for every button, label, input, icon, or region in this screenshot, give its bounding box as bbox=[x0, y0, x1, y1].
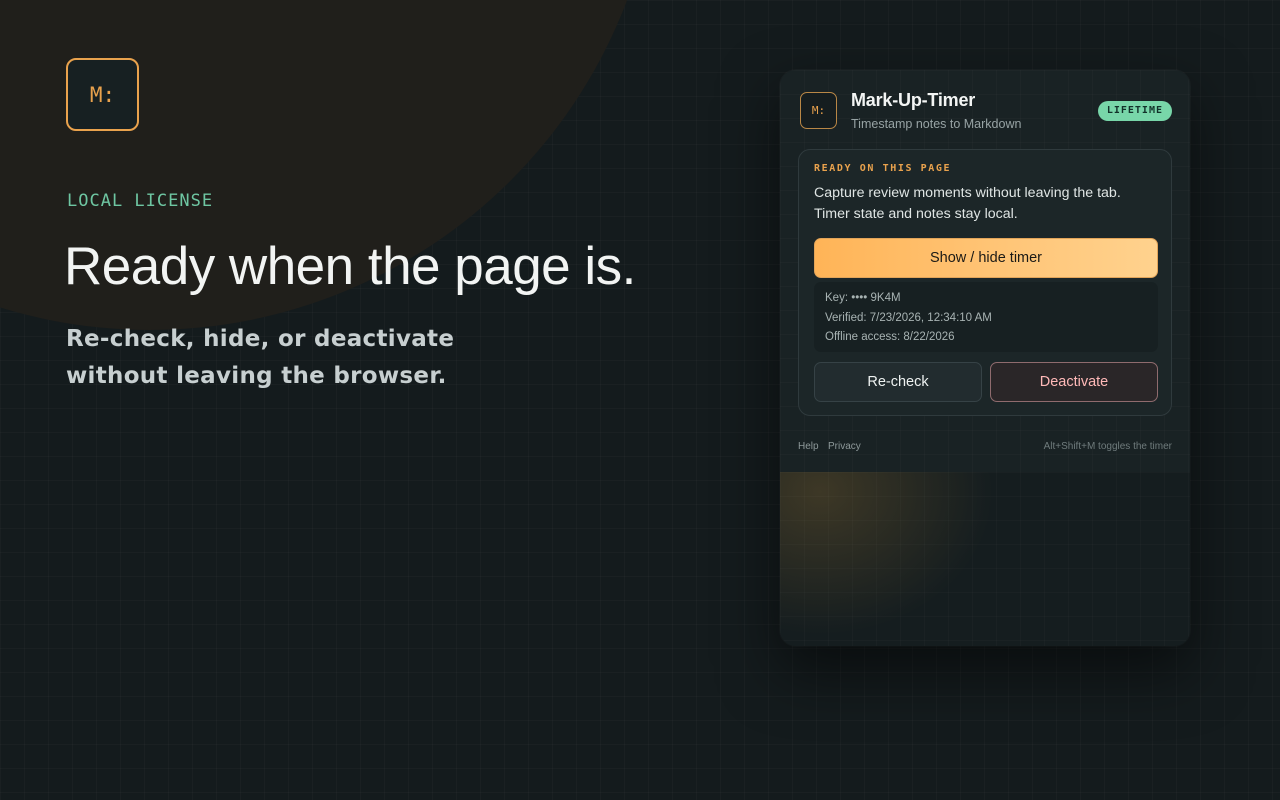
status-eyebrow: READY ON THIS PAGE bbox=[814, 163, 952, 174]
license-verified: Verified: 7/23/2026, 12:34:10 AM bbox=[825, 311, 992, 324]
hero-headline: Ready when the page is. bbox=[64, 237, 636, 296]
popup-logo: M: bbox=[800, 92, 837, 129]
license-badge: LIFETIME bbox=[1097, 101, 1172, 121]
popup-title: Mark-Up-Timer bbox=[851, 90, 976, 110]
license-offline-access: Offline access: 8/22/2026 bbox=[825, 331, 955, 343]
extension-popup: M: Mark-Up-Timer Timestamp notes to Mark… bbox=[780, 70, 1190, 646]
app-logo: M: bbox=[66, 58, 139, 131]
recheck-button[interactable]: Re-check bbox=[814, 362, 982, 402]
hero-eyebrow: LOCAL LICENSE bbox=[67, 191, 214, 211]
hero-subline: Re-check, hide, or deactivate without le… bbox=[66, 321, 506, 395]
status-card: READY ON THIS PAGE Capture review moment… bbox=[798, 149, 1172, 416]
license-details: Key: •••• 9K4M Verified: 7/23/2026, 12:3… bbox=[814, 282, 1158, 352]
popup-backdrop bbox=[780, 472, 1190, 646]
hero-subline-line-2: without leaving the browser. bbox=[66, 363, 447, 389]
privacy-link[interactable]: Privacy bbox=[828, 441, 861, 452]
popup-subtitle: Timestamp notes to Markdown bbox=[851, 117, 1022, 131]
app-logo-text: M: bbox=[89, 82, 116, 107]
deactivate-button[interactable]: Deactivate bbox=[990, 362, 1158, 402]
license-key: Key: •••• 9K4M bbox=[825, 292, 901, 304]
status-description: Capture review moments without leaving t… bbox=[814, 183, 1159, 225]
help-link[interactable]: Help bbox=[798, 441, 819, 452]
status-description-line-1: Capture review moments without leaving t… bbox=[814, 185, 1121, 201]
status-description-line-2: Timer state and notes stay local. bbox=[814, 206, 1018, 222]
popup-logo-text: M: bbox=[811, 104, 826, 117]
show-hide-timer-button[interactable]: Show / hide timer bbox=[814, 238, 1158, 278]
hero-subline-line-1: Re-check, hide, or deactivate bbox=[66, 326, 455, 352]
shortcut-hint: Alt+Shift+M toggles the timer bbox=[1043, 441, 1172, 452]
screen: M: LOCAL LICENSE Ready when the page is.… bbox=[0, 0, 1280, 800]
